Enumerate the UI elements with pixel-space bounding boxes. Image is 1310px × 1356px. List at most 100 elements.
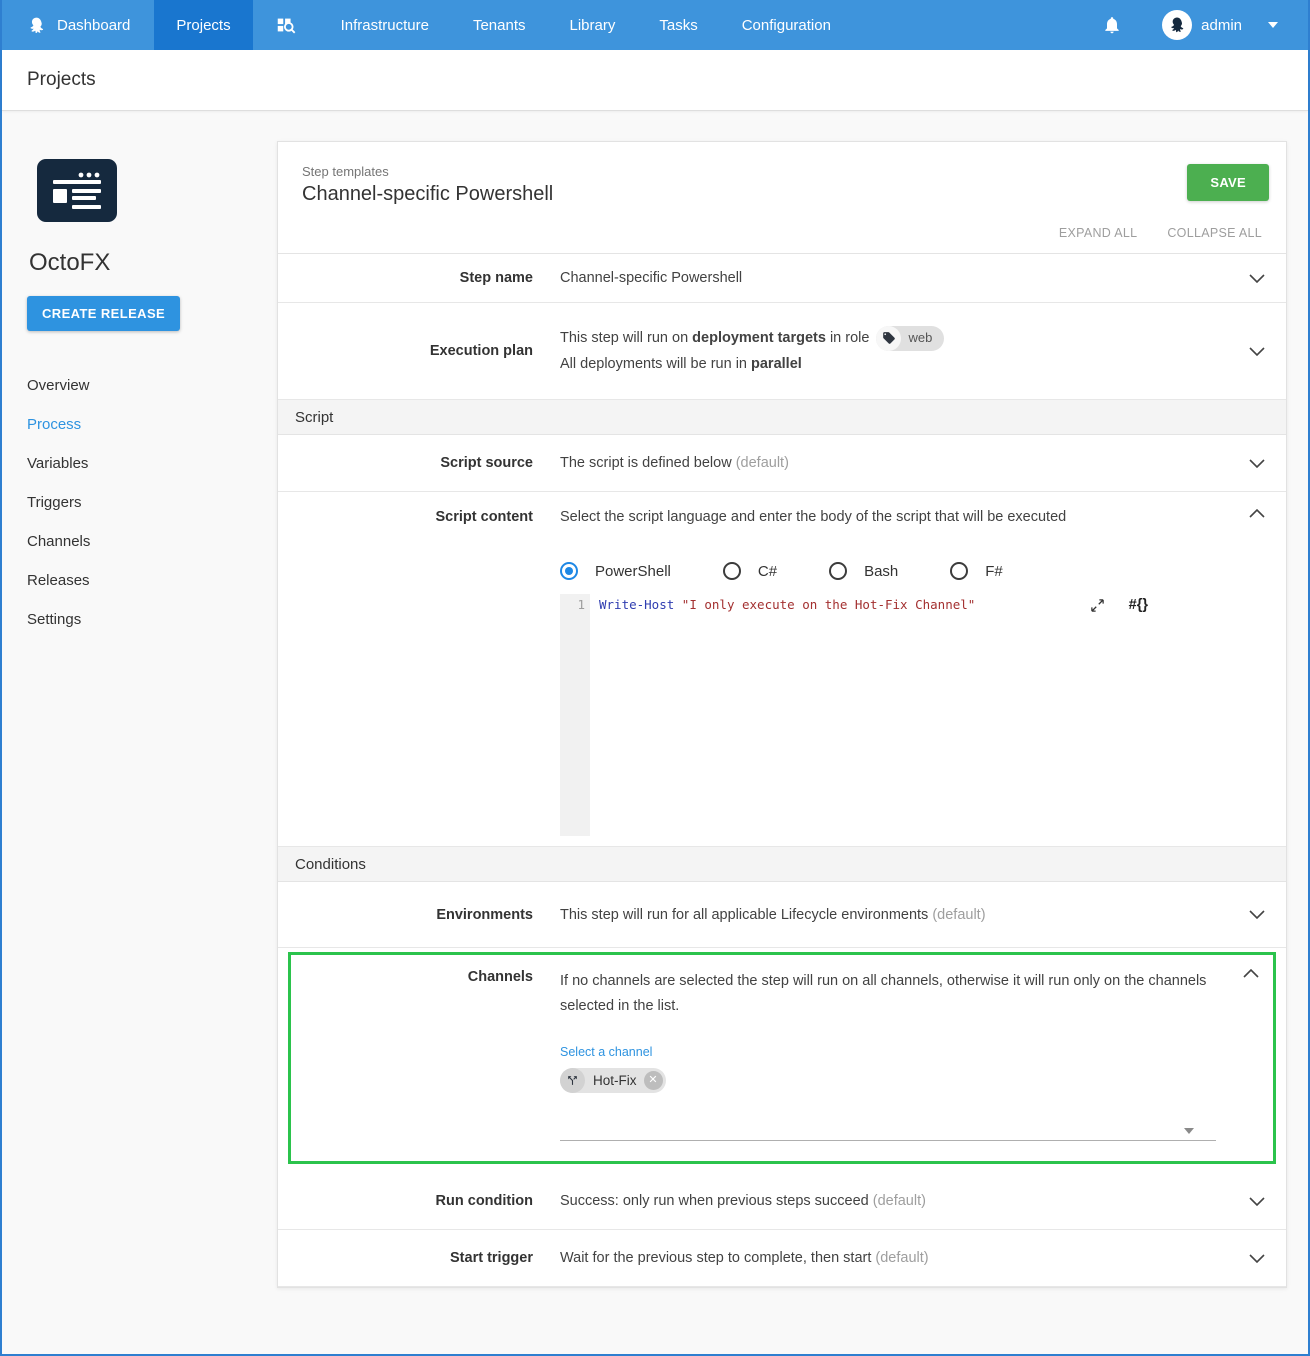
code-string: "I only execute on the Hot-Fix Channel": [681, 597, 976, 612]
radio-selected-icon: [560, 562, 578, 580]
sidebar-item-process[interactable]: Process: [2, 405, 277, 444]
project-name: OctoFX: [29, 249, 111, 276]
line-number: 1: [577, 597, 585, 612]
execution-plan-expand-button[interactable]: [1228, 346, 1286, 356]
page-title-bar: Projects: [2, 50, 1308, 111]
nav-tab-tenants[interactable]: Tenants: [451, 0, 548, 50]
nav-tab-label: Projects: [176, 16, 231, 34]
execution-plan-label: Execution plan: [429, 343, 533, 359]
execution-plan-text: in role: [825, 330, 870, 346]
page-title: Projects: [27, 69, 96, 90]
sidebar-item-variables[interactable]: Variables: [2, 444, 277, 483]
step-name-row: Step name Channel-specific Powershell: [278, 254, 1286, 303]
start-trigger-text: Wait for the previous step to complete, …: [560, 1250, 876, 1266]
execution-plan-bold: parallel: [751, 356, 802, 372]
user-name[interactable]: admin: [1201, 17, 1242, 34]
user-menu-caret-icon[interactable]: [1268, 22, 1278, 28]
environments-row: Environments This step will run for all …: [278, 882, 1286, 948]
script-code-editor[interactable]: 1 Write-Host "I only execute on the Hot-…: [560, 594, 1204, 836]
run-condition-expand-button[interactable]: [1228, 1196, 1286, 1206]
radio-unselected-icon: [829, 562, 848, 580]
sidebar-item-overview[interactable]: Overview: [2, 366, 277, 405]
radio-unselected-icon: [722, 562, 741, 580]
sidebar-item-channels[interactable]: Channels: [2, 522, 277, 561]
card-title: Channel-specific Powershell: [302, 183, 554, 205]
chevron-down-icon: [1249, 1253, 1265, 1263]
start-trigger-value: Wait for the previous step to complete, …: [560, 1250, 1228, 1266]
sidebar-item-triggers[interactable]: Triggers: [2, 483, 277, 522]
code-line[interactable]: Write-Host "I only execute on the Hot-Fi…: [590, 594, 1204, 836]
step-name-value: Channel-specific Powershell: [560, 270, 743, 286]
create-release-button[interactable]: CREATE RELEASE: [27, 296, 181, 331]
environments-text: This step will run for all applicable Li…: [560, 906, 933, 923]
select-dropdown-icon: [1184, 1128, 1194, 1134]
nav-tab-label: Configuration: [741, 16, 831, 34]
step-name-expand-button[interactable]: [1228, 273, 1286, 283]
script-source-expand-button[interactable]: [1228, 458, 1286, 468]
step-template-card: Step templates Channel-specific Powershe…: [277, 141, 1287, 1288]
environments-expand-button[interactable]: [1228, 910, 1286, 919]
radio-powershell[interactable]: PowerShell: [560, 562, 671, 580]
execution-plan-text: All deployments will be run in: [560, 356, 752, 372]
chevron-down-icon: [1249, 458, 1265, 468]
channels-collapse-button[interactable]: [1228, 969, 1273, 978]
execution-plan-value: This step will run on deployment targets…: [560, 325, 1228, 377]
environments-label: Environments: [436, 906, 533, 923]
script-content-description: Select the script language and enter the…: [560, 509, 1067, 525]
chip-remove-icon[interactable]: ✕: [643, 1071, 663, 1090]
project-nav: Overview Process Variables Triggers Chan…: [2, 366, 277, 639]
sidebar-item-releases[interactable]: Releases: [2, 561, 277, 600]
search-icon: [275, 14, 297, 36]
chevron-up-icon: [1249, 509, 1265, 518]
channels-description: If no channels are selected the step wil…: [560, 973, 1207, 1014]
expand-all-button[interactable]: EXPAND ALL: [1059, 226, 1138, 240]
start-trigger-expand-button[interactable]: [1228, 1253, 1286, 1263]
insert-variable-icon[interactable]: #{}: [1129, 597, 1148, 613]
radio-fsharp[interactable]: F#: [950, 562, 1003, 580]
script-section-header: Script: [278, 400, 1286, 435]
default-suffix: (default): [875, 1250, 929, 1266]
chevron-down-icon: [1249, 346, 1265, 356]
default-suffix: (default): [872, 1193, 926, 1209]
radio-label: Bash: [864, 562, 899, 580]
collapse-all-button[interactable]: COLLAPSE ALL: [1167, 226, 1262, 240]
nav-tab-tasks[interactable]: Tasks: [637, 0, 719, 50]
save-button[interactable]: SAVE: [1187, 164, 1269, 201]
nav-tab-library[interactable]: Library: [548, 0, 638, 50]
nav-tab-projects[interactable]: Projects: [154, 0, 253, 50]
nav-tab-infrastructure[interactable]: Infrastructure: [319, 0, 451, 50]
nav-search-button[interactable]: [253, 0, 319, 50]
script-content-row: Script content Select the script languag…: [278, 492, 1286, 847]
radio-label: C#: [757, 562, 778, 580]
user-avatar[interactable]: [1162, 10, 1193, 40]
default-suffix: (default): [932, 906, 986, 923]
start-trigger-row: Start trigger Wait for the previous step…: [278, 1230, 1286, 1287]
radio-bash[interactable]: Bash: [829, 562, 898, 580]
editor-gutter: 1: [560, 594, 590, 836]
nav-tab-configuration[interactable]: Configuration: [720, 0, 853, 50]
channel-chip-label: Hot-Fix: [593, 1073, 637, 1088]
radio-csharp[interactable]: C#: [722, 562, 778, 580]
nav-tab-label: Library: [569, 16, 616, 34]
sidebar-item-settings[interactable]: Settings: [2, 600, 277, 639]
start-trigger-label: Start trigger: [450, 1250, 533, 1266]
nav-tab-label: Dashboard: [57, 16, 131, 34]
nav-tab-label: Infrastructure: [340, 16, 429, 34]
chevron-up-icon: [1242, 969, 1259, 978]
script-content-collapse-button[interactable]: [1228, 509, 1286, 518]
channel-chip-hotfix[interactable]: Hot-Fix ✕: [560, 1068, 666, 1093]
channel-select-input[interactable]: [560, 1125, 1216, 1141]
chevron-down-icon: [1249, 273, 1265, 283]
run-condition-label: Run condition: [435, 1193, 533, 1209]
conditions-section-header: Conditions: [278, 847, 1286, 882]
radio-unselected-icon: [950, 562, 969, 580]
execution-plan-bold: deployment targets: [692, 330, 826, 346]
nav-tab-dashboard[interactable]: Dashboard: [2, 0, 154, 50]
fullscreen-icon[interactable]: [1090, 598, 1105, 613]
notifications-bell-icon[interactable]: [1102, 15, 1122, 35]
tag-icon: [876, 325, 902, 351]
environments-value: This step will run for all applicable Li…: [560, 907, 1228, 923]
default-suffix: (default): [735, 455, 789, 471]
role-tag: web: [876, 325, 945, 351]
radio-label: F#: [985, 562, 1003, 580]
